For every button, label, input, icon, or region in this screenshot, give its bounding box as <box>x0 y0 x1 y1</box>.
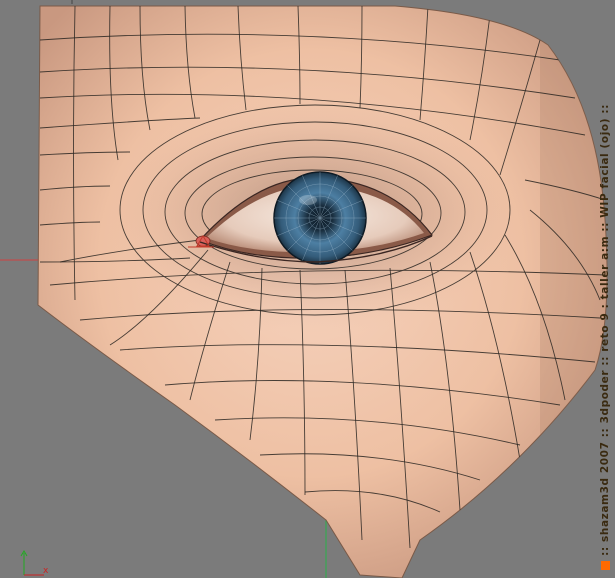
caption-square-icon <box>600 561 610 570</box>
face-mesh[interactable] <box>37 0 615 578</box>
modeling-viewport[interactable]: x :: shazam3d 2007 :: 3dpoder :: reto 9 … <box>0 0 615 578</box>
iris[interactable] <box>273 171 367 265</box>
gizmo-x-label: x <box>43 566 49 576</box>
watermark-caption: :: shazam3d 2007 :: 3dpoder :: reto 9 : … <box>597 38 613 570</box>
caption-text: :: shazam3d 2007 :: 3dpoder :: reto 9 : … <box>599 104 611 556</box>
viewport-canvas[interactable] <box>0 0 615 578</box>
axis-gizmo-icon <box>20 550 44 576</box>
